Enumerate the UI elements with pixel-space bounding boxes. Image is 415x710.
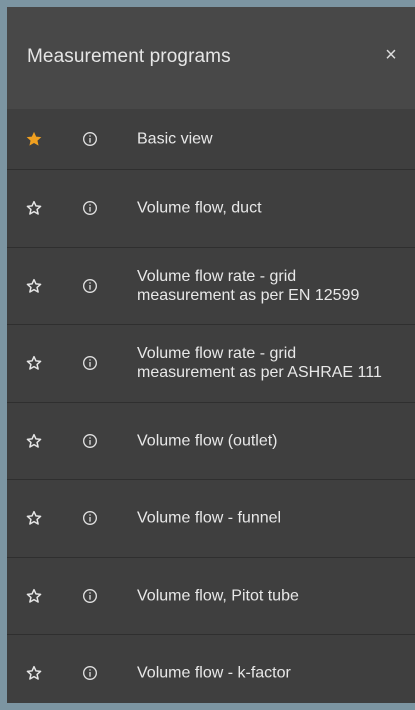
item-label: Volume flow (outlet) bbox=[137, 432, 278, 450]
item-label: Basic view bbox=[137, 130, 213, 148]
list-item[interactable]: Volume flow - k-factor bbox=[7, 635, 415, 703]
info-icon[interactable] bbox=[82, 510, 98, 526]
list-item[interactable]: Volume flow (outlet) bbox=[7, 402, 415, 480]
close-icon[interactable]: × bbox=[379, 43, 403, 67]
info-icon[interactable] bbox=[82, 433, 98, 449]
star-filled-icon[interactable] bbox=[25, 130, 43, 148]
info-icon[interactable] bbox=[82, 200, 98, 216]
info-icon[interactable] bbox=[82, 588, 98, 604]
info-icon[interactable] bbox=[82, 665, 98, 681]
star-outline-icon[interactable] bbox=[25, 664, 43, 682]
panel-header: Measurement programs × bbox=[7, 7, 415, 109]
measurement-programs-panel: Measurement programs × Basic view Volume… bbox=[7, 7, 415, 703]
item-label: Volume flow rate - grid measurement as p… bbox=[137, 267, 360, 304]
star-outline-icon[interactable] bbox=[25, 432, 43, 450]
star-outline-icon[interactable] bbox=[25, 587, 43, 605]
list-item[interactable]: Volume flow - funnel bbox=[7, 480, 415, 558]
star-outline-icon[interactable] bbox=[25, 354, 43, 372]
list-item[interactable]: Basic view bbox=[7, 109, 415, 170]
item-label: Volume flow, Pitot tube bbox=[137, 587, 299, 605]
star-outline-icon[interactable] bbox=[25, 277, 43, 295]
item-label: Volume flow, duct bbox=[137, 199, 262, 217]
star-outline-icon[interactable] bbox=[25, 509, 43, 527]
info-icon[interactable] bbox=[82, 355, 98, 371]
item-label: Volume flow - funnel bbox=[137, 509, 282, 527]
list-item[interactable]: Volume flow rate - grid measurement as p… bbox=[7, 247, 415, 325]
list-item[interactable]: Volume flow, Pitot tube bbox=[7, 557, 415, 635]
program-list: Basic view Volume flow, duct Volume flow… bbox=[7, 109, 415, 703]
item-label: Volume flow rate - grid measurement as p… bbox=[137, 345, 382, 382]
list-item[interactable]: Volume flow, duct bbox=[7, 170, 415, 248]
item-label: Volume flow - k-factor bbox=[137, 664, 291, 682]
panel-title: Measurement programs bbox=[27, 46, 231, 67]
info-icon[interactable] bbox=[82, 131, 98, 147]
info-icon[interactable] bbox=[82, 278, 98, 294]
app-background: Measurement programs × Basic view Volume… bbox=[0, 0, 415, 710]
list-item[interactable]: Volume flow rate - grid measurement as p… bbox=[7, 325, 415, 403]
star-outline-icon[interactable] bbox=[25, 199, 43, 217]
